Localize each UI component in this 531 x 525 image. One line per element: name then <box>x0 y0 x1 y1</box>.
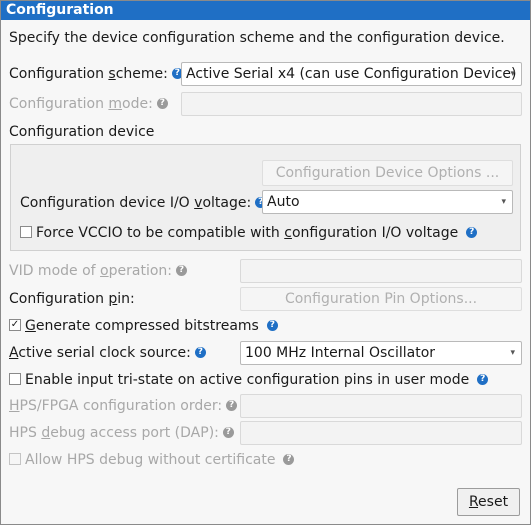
checkbox-box[interactable]: ✓ <box>9 319 21 331</box>
io-voltage-label: Configuration device I/O voltage:? <box>20 194 267 212</box>
config-scheme-label: Configuration scheme:? <box>9 65 183 83</box>
configuration-panel: Configuration Specify the device configu… <box>0 0 531 525</box>
config-pin-label: Configuration pin: <box>9 291 135 307</box>
panel-description: Specify the device configuration scheme … <box>9 30 505 46</box>
help-icon: ? <box>226 399 238 411</box>
config-pin-options-button[interactable]: Configuration Pin Options... <box>240 287 522 311</box>
hps-dap-label: HPS debug access port (DAP):? <box>9 424 234 442</box>
hps-order-field <box>240 394 522 418</box>
help-icon: ? <box>283 453 295 465</box>
config-device-heading: Configuration device <box>9 124 155 140</box>
config-mode-label: Configuration mode:? <box>9 95 168 113</box>
config-scheme-value: Active Serial x4 (can use Configuration … <box>186 66 517 82</box>
clock-source-label: Active serial clock source:? <box>9 344 206 362</box>
help-icon[interactable]: ? <box>477 373 489 385</box>
compressed-bitstreams-checkbox[interactable]: ✓ Generate compressed bitstreams? <box>9 317 278 335</box>
checkbox-box <box>9 453 21 465</box>
force-vccio-checkbox[interactable]: Force VCCIO to be compatible with config… <box>20 224 478 242</box>
chevron-down-icon: ▾ <box>510 348 515 358</box>
clock-source-value: 100 MHz Internal Oscillator <box>245 345 436 361</box>
config-device-options-button[interactable]: Configuration Device Options ... <box>262 160 513 186</box>
vid-mode-label: VID mode of operation:? <box>9 262 187 280</box>
io-voltage-value: Auto <box>267 194 300 210</box>
hps-dap-field <box>240 421 522 445</box>
config-scheme-dropdown[interactable]: Active Serial x4 (can use Configuration … <box>181 62 522 86</box>
help-icon[interactable]: ? <box>266 319 278 331</box>
checkbox-box[interactable] <box>9 373 21 385</box>
help-icon: ? <box>156 97 168 109</box>
hps-order-label: HPS/FPGA configuration order:? <box>9 397 238 415</box>
clock-source-dropdown[interactable]: 100 MHz Internal Oscillator ▾ <box>240 341 522 365</box>
help-icon: ? <box>176 264 187 276</box>
help-icon[interactable]: ? <box>466 226 478 238</box>
checkbox-box[interactable] <box>20 226 32 238</box>
vid-mode-field <box>240 259 522 283</box>
reset-button[interactable]: Reset <box>457 488 520 516</box>
config-mode-field <box>181 92 522 116</box>
hps-cert-checkbox: Allow HPS debug without certificate? <box>9 451 295 469</box>
tristate-checkbox[interactable]: Enable input tri-state on active configu… <box>9 371 489 389</box>
help-icon: ? <box>222 426 234 438</box>
chevron-down-icon: ▾ <box>501 197 506 207</box>
panel-title: Configuration <box>1 1 530 20</box>
io-voltage-dropdown[interactable]: Auto ▾ <box>262 190 513 214</box>
help-icon[interactable]: ? <box>194 346 206 358</box>
config-device-group: Configuration Device Options ... Configu… <box>10 144 521 251</box>
chevron-down-icon: ▾ <box>510 69 515 79</box>
